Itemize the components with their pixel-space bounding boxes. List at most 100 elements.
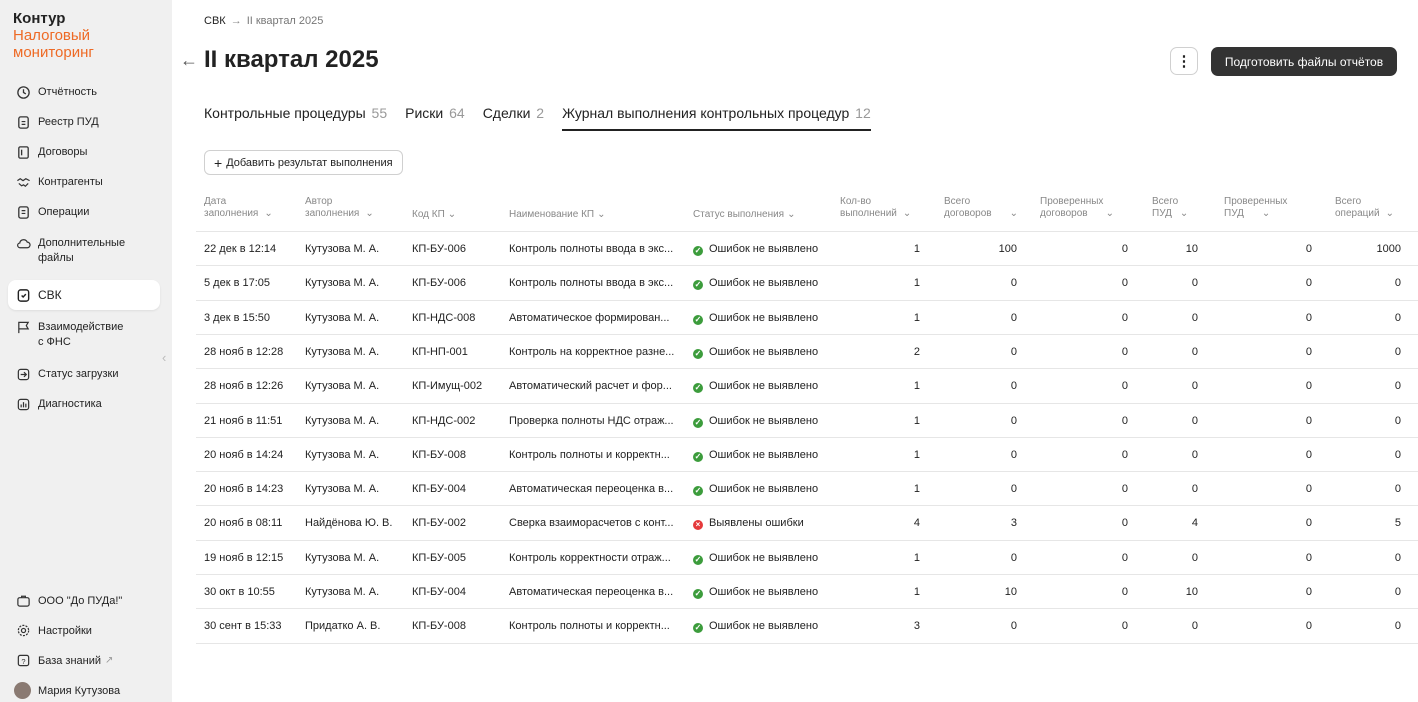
cell-checked-pud: 0 <box>1305 243 1312 255</box>
cell-total-contracts: 0 <box>1010 277 1017 290</box>
hdr-code[interactable]: Код КП ⌄ <box>412 209 456 221</box>
check-circle-icon: ✓ <box>693 348 703 359</box>
cell-code: КП-БУ-006 <box>412 243 466 255</box>
cell-checked-contracts: 0 <box>1121 277 1128 290</box>
prepare-report-files-button[interactable]: Подготовить файлы отчётов <box>1211 47 1397 76</box>
back-arrow-icon[interactable]: ← <box>180 50 198 71</box>
tab-label: Журнал выполнения контрольных процедур <box>562 105 850 121</box>
cell-code: КП-БУ-004 <box>412 483 466 496</box>
document-icon <box>14 115 32 130</box>
cell-status: ✓ Ошибок не выявлено <box>693 541 833 575</box>
cell-total-pud: 0 <box>1191 380 1198 393</box>
table-row[interactable]: 19 нояб в 12:15 Кутузова М. А. КП-БУ-005 Ко… <box>0 541 1418 575</box>
cell-checked-pud: 0 <box>1305 483 1312 496</box>
cell-author: Найдёнова Ю. В. <box>305 517 393 530</box>
header-label: Автор <box>305 196 333 207</box>
chevron-down-icon: ⌄ <box>902 208 912 219</box>
table-row[interactable]: 28 нояб в 12:28 Кутузова М. А. КП-НП-001 Ко… <box>0 335 1418 369</box>
cell-status: × Выявлены ошибки <box>693 506 833 540</box>
check-circle-icon: ✓ <box>693 486 703 497</box>
cell-name: Автоматический расчет и фор... <box>509 380 672 393</box>
cell-name: Контроль полноты ввода в экс... <box>509 243 674 255</box>
table-row[interactable]: 30 сент в 15:33 Придатко А. В. КП-БУ-008 Ко… <box>0 609 1418 643</box>
table-row[interactable]: 22 дек в 12:14 Кутузова М. А. КП-БУ-006 Кон… <box>0 232 1418 266</box>
hdr-author[interactable]: Автор заполнения ⌄ <box>305 196 374 220</box>
cell-exec-count: 1 <box>913 380 920 393</box>
cell-status: ✓ Ошибок не выявлено <box>693 369 833 403</box>
knowledge-base-label: База знаний <box>38 654 102 667</box>
hdr-total-operations[interactable]: Всего операций ⌄ <box>1335 196 1394 220</box>
sidebar-item-counterparties[interactable]: Контрагенты <box>8 171 160 194</box>
tab-execution-log[interactable]: Журнал выполнения контрольных процедур 1… <box>562 105 871 131</box>
table-row[interactable]: 30 окт в 10:55 Кутузова М. А. КП-БУ-004 Авт… <box>0 575 1418 609</box>
page-title: II квартал 2025 <box>204 46 379 73</box>
chevron-down-icon: ⌄ <box>264 208 273 219</box>
table-row[interactable]: 28 нояб в 12:26 Кутузова М. А. КП-Имущ-002… <box>0 369 1418 403</box>
hdr-fill-date[interactable]: Дата заполнения ⌄ <box>204 196 273 220</box>
hdr-total-pud[interactable]: Всего ПУД ⌄ <box>1152 196 1188 220</box>
table-row[interactable]: 5 дек в 17:05 Кутузова М. А. КП-БУ-006 Конт… <box>0 266 1418 300</box>
tab-deals[interactable]: Сделки 2 <box>483 105 544 131</box>
table-row[interactable]: 3 дек в 15:50 Кутузова М. А. КП-НДС-008 Авт… <box>0 301 1418 335</box>
sidebar-item-reporting[interactable]: Отчётность <box>8 81 160 104</box>
cell-status: ✓ Ошибок не выявлено <box>693 404 833 438</box>
cell-name: Контроль на корректное разне... <box>509 345 675 358</box>
cell-author: Кутузова М. А. <box>305 483 380 496</box>
cell-status: ✓ Ошибок не выявлено <box>693 266 833 300</box>
add-result-button[interactable]: + Добавить результат выполнения <box>204 150 403 175</box>
cell-total-operations: 0 <box>1394 483 1401 496</box>
sidebar-item-contracts[interactable]: Договоры <box>8 141 160 164</box>
cell-author: Кутузова М. А. <box>305 586 380 598</box>
check-circle-icon: ✓ <box>693 246 703 256</box>
table-row[interactable]: 21 нояб в 11:51 Кутузова М. А. КП-НДС-002 П… <box>0 404 1418 438</box>
hdr-checked-pud[interactable]: Проверенных ПУД ⌄ <box>1224 196 1287 220</box>
cell-name: Контроль полноты и корректн... <box>509 620 670 633</box>
cell-status: ✓ Ошибок не выявлено <box>693 232 833 266</box>
table-row[interactable]: 20 нояб в 08:11 Найдёнова Ю. В. КП-БУ-002 С… <box>0 506 1418 540</box>
brand-logo[interactable]: Контур Налоговый мониторинг <box>13 10 94 61</box>
knowledge-base-link[interactable]: ? База знаний ↗ <box>8 649 160 672</box>
tab-control-procedures[interactable]: Контрольные процедуры 55 <box>204 105 387 131</box>
status-text: Ошибок не выявлено <box>709 311 819 324</box>
cell-total-pud: 0 <box>1191 483 1198 496</box>
hdr-checked-contracts[interactable]: Проверенных договоров ⌄ <box>1040 196 1114 220</box>
table-row[interactable]: 20 нояб в 14:24 Кутузова М. А. КП-БУ-008 Ко… <box>0 438 1418 472</box>
breadcrumb-current: II квартал 2025 <box>246 15 324 27</box>
cell-total-contracts: 0 <box>1010 483 1017 496</box>
cell-total-contracts: 0 <box>1010 551 1017 564</box>
cell-total-pud: 10 <box>1185 243 1198 255</box>
cell-checked-pud: 0 <box>1305 380 1312 393</box>
sidebar-item-operations[interactable]: Операции <box>8 201 160 224</box>
status-text: Ошибок не выявлено <box>709 277 819 290</box>
hdr-name[interactable]: Наименование КП ⌄ <box>509 209 606 221</box>
cell-checked-pud: 0 <box>1305 620 1312 633</box>
hdr-total-contracts[interactable]: Всего договоров ⌄ <box>944 196 1018 220</box>
cell-code: КП-НДС-002 <box>412 414 476 427</box>
status-text: Ошибок не выявлено <box>709 448 819 461</box>
sidebar-item-pud-registry[interactable]: Реестр ПУД <box>8 111 160 134</box>
cell-name: Автоматическое формирован... <box>509 311 670 324</box>
table-row[interactable]: 20 нояб в 14:23 Кутузова М. А. КП-БУ-004 Ав… <box>0 472 1418 506</box>
header-label: выполнений <box>840 208 897 219</box>
cell-total-operations: 0 <box>1394 551 1401 564</box>
cell-total-operations: 0 <box>1394 311 1401 324</box>
cell-status: ✓ Ошибок не выявлено <box>693 472 833 506</box>
chevron-down-icon: ⌄ <box>1261 208 1271 219</box>
sidebar-item-label: Реестр ПУД <box>38 116 99 128</box>
cell-author: Кутузова М. А. <box>305 380 380 393</box>
user-profile[interactable]: Мария Кутузова <box>8 678 160 702</box>
cell-name: Контроль корректности отраж... <box>509 551 671 564</box>
external-link-icon: ↗ <box>105 655 114 666</box>
hdr-exec-count[interactable]: Кол-во выполнений ⌄ <box>840 196 911 220</box>
breadcrumb-root[interactable]: СВК <box>204 15 226 27</box>
status-text: Ошибок не выявлено <box>709 586 819 598</box>
hdr-status[interactable]: Статус выполнения ⌄ <box>693 209 795 221</box>
cell-total-contracts: 10 <box>1004 586 1017 598</box>
sidebar-item-label: Отчётность <box>38 86 97 98</box>
cell-exec-count: 1 <box>913 483 920 496</box>
header-label: Кол-во <box>840 196 872 207</box>
cell-date: 20 нояб в 08:11 <box>204 517 283 530</box>
more-menu-button[interactable]: ⋮ <box>1170 47 1198 75</box>
cell-total-operations: 1000 <box>1376 243 1401 255</box>
tab-risks[interactable]: Риски 64 <box>405 105 465 131</box>
